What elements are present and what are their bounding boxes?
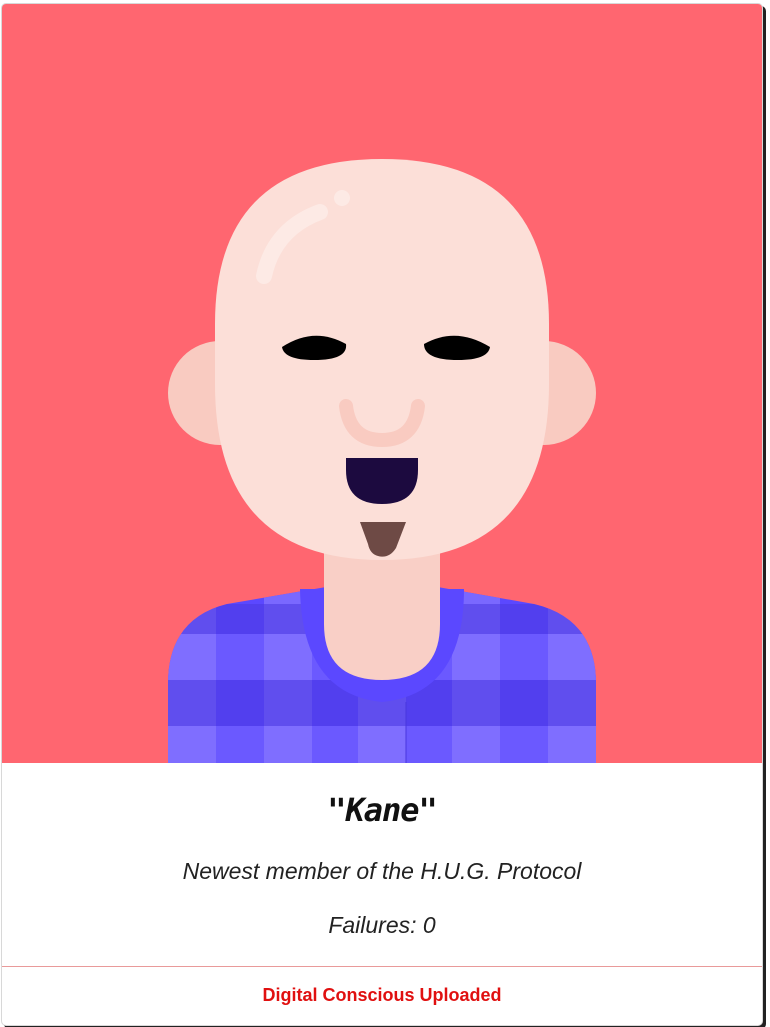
member-description: Newest member of the H.U.G. Protocol — [182, 858, 582, 884]
avatar-illustration — [2, 4, 762, 763]
failures-count: Failures: 0 — [328, 912, 436, 938]
profile-card: "Kane" Newest member of the H.U.G. Proto… — [1, 3, 763, 1026]
card-footer: Digital Conscious Uploaded — [2, 966, 762, 1025]
member-name: "Kane" — [327, 791, 438, 829]
upload-status: Digital Conscious Uploaded — [262, 985, 502, 1005]
avatar-svg — [2, 4, 762, 763]
card-body: "Kane" Newest member of the H.U.G. Proto… — [2, 763, 762, 966]
